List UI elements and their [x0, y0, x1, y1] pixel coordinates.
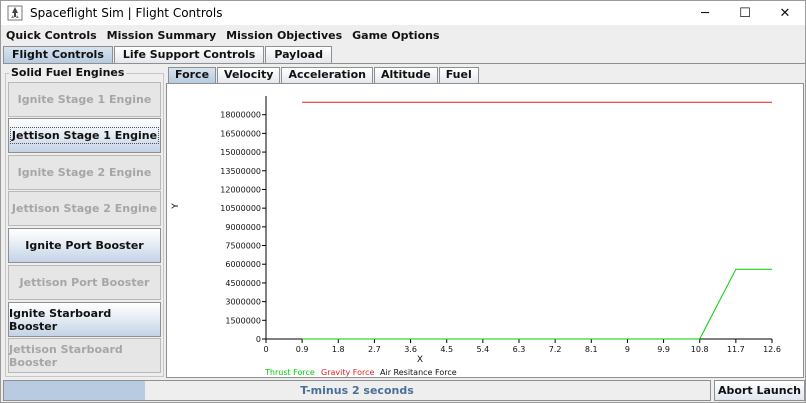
- x-tick-label: 0.9: [296, 345, 309, 354]
- tab-velocity[interactable]: Velocity: [217, 67, 281, 83]
- y-tick-label: 4500000: [225, 279, 261, 288]
- button-label: Jettison Port Booster: [19, 276, 150, 289]
- y-tick-label: 6000000: [225, 260, 261, 269]
- title-bar[interactable]: Spaceflight Sim | Flight Controls ─ ☐ ✕: [1, 1, 805, 25]
- x-tick-label: 6.3: [513, 345, 526, 354]
- ignite-port-booster-button[interactable]: Ignite Port Booster: [8, 228, 161, 263]
- main-tabs: Flight Controls Life Support Controls Pa…: [3, 46, 333, 63]
- ignite-stage-2-button[interactable]: Ignite Stage 2 Engine: [8, 155, 161, 190]
- menu-quick-controls[interactable]: Quick Controls: [1, 29, 102, 42]
- tab-fuel[interactable]: Fuel: [438, 67, 479, 83]
- x-tick-label: 9.9: [657, 345, 670, 354]
- y-tick-label: 18000000: [220, 111, 261, 120]
- menu-mission-objectives[interactable]: Mission Objectives: [221, 29, 347, 42]
- tab-acceleration[interactable]: Acceleration: [281, 67, 373, 83]
- y-axis-label: Y: [171, 203, 181, 210]
- jettison-starboard-booster-button[interactable]: Jettison Starboard Booster: [8, 338, 161, 373]
- tab-divider: [3, 63, 805, 64]
- y-tick-label: 9000000: [225, 223, 261, 232]
- button-label: Jettison Stage 1 Engine: [9, 127, 160, 144]
- abort-launch-button[interactable]: Abort Launch: [714, 380, 805, 401]
- rocket-app-icon: [7, 5, 23, 21]
- y-tick-label: 16500000: [220, 129, 261, 138]
- ignite-starboard-booster-button[interactable]: Ignite Starboard Booster: [8, 302, 161, 337]
- x-tick-label: 11.7: [727, 345, 745, 354]
- panel-title: Solid Fuel Engines: [9, 66, 127, 79]
- close-button[interactable]: ✕: [765, 1, 805, 25]
- x-tick-label: 9: [625, 345, 630, 354]
- menu-bar: Quick Controls Mission Summary Mission O…: [1, 25, 805, 45]
- tab-force[interactable]: Force: [168, 67, 217, 83]
- jettison-stage-1-button[interactable]: Jettison Stage 1 Engine: [8, 118, 161, 153]
- x-axis-label: X: [417, 355, 423, 365]
- menu-game-options[interactable]: Game Options: [347, 29, 444, 42]
- tab-flight-controls[interactable]: Flight Controls: [3, 46, 113, 63]
- x-tick-label: 8.1: [585, 345, 598, 354]
- y-tick-label: 1500000: [225, 316, 261, 325]
- legend-entry: Thrust Force: [264, 368, 315, 377]
- x-tick-label: 1.8: [332, 345, 345, 354]
- tab-payload[interactable]: Payload: [265, 46, 332, 63]
- minimize-button[interactable]: ─: [685, 1, 725, 25]
- x-tick-label: 3.6: [404, 345, 417, 354]
- y-tick-label: 10500000: [220, 204, 261, 213]
- status-bar: T-minus 2 seconds Abort Launch: [3, 379, 805, 402]
- y-tick-label: 13500000: [220, 167, 261, 176]
- app-window: Spaceflight Sim | Flight Controls ─ ☐ ✕ …: [0, 0, 806, 403]
- x-tick-label: 4.5: [440, 345, 453, 354]
- legend-entry: Gravity Force: [321, 368, 374, 377]
- button-label: Jettison Stage 2 Engine: [11, 202, 158, 215]
- button-label: Ignite Starboard Booster: [9, 306, 112, 333]
- countdown-text: T-minus 2 seconds: [300, 384, 414, 397]
- y-tick-label: 12000000: [220, 185, 261, 194]
- solid-fuel-engines-panel: Solid Fuel Engines Ignite Stage 1 Engine…: [5, 66, 164, 377]
- x-tick-label: 5.4: [476, 345, 489, 354]
- countdown-progress-bar: T-minus 2 seconds: [3, 380, 711, 401]
- x-tick-label: 2.7: [368, 345, 381, 354]
- tab-life-support-controls[interactable]: Life Support Controls: [113, 46, 265, 63]
- series-line-0: [302, 268, 772, 340]
- tab-altitude[interactable]: Altitude: [373, 67, 438, 83]
- force-chart-panel: 0 1500000 3000000 4500000 6000000 7500000 9000…: [166, 83, 804, 378]
- y-tick-label: 0: [256, 335, 261, 344]
- chart-tabs: Force Velocity Acceleration Altitude Fue…: [168, 67, 480, 83]
- button-label: Ignite Stage 2 Engine: [17, 166, 152, 179]
- button-label: Jettison Starboard Booster: [9, 342, 123, 369]
- y-tick-label: 7500000: [225, 242, 261, 251]
- jettison-port-booster-button[interactable]: Jettison Port Booster: [8, 265, 161, 300]
- legend-entry: Air Resitance Force: [380, 368, 457, 377]
- maximize-button[interactable]: ☐: [725, 1, 765, 25]
- y-tick-label: 3000000: [225, 298, 261, 307]
- window-title: Spaceflight Sim | Flight Controls: [30, 6, 223, 20]
- x-tick-label: 12.6: [763, 345, 781, 354]
- x-tick-label: 10.8: [691, 345, 709, 354]
- ignite-stage-1-button[interactable]: Ignite Stage 1 Engine: [8, 82, 161, 117]
- x-tick-label: 0: [263, 345, 268, 354]
- jettison-stage-2-button[interactable]: Jettison Stage 2 Engine: [8, 191, 161, 226]
- force-chart: 0 1500000 3000000 4500000 6000000 7500000 9000…: [171, 96, 781, 377]
- button-label: Ignite Port Booster: [25, 239, 144, 252]
- x-tick-label: 7.2: [549, 345, 562, 354]
- y-tick-label: 15000000: [220, 148, 261, 157]
- menu-mission-summary[interactable]: Mission Summary: [102, 29, 222, 42]
- button-label: Ignite Stage 1 Engine: [17, 93, 152, 106]
